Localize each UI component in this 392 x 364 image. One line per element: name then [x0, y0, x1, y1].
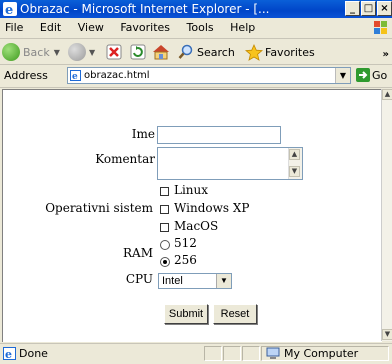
page-content: Ime Komentar ▲ ▼ Linux Operativni sistem… — [2, 89, 382, 342]
status-text: Done — [19, 347, 48, 360]
submit-button[interactable]: Submit — [164, 304, 208, 324]
stop-button[interactable] — [106, 42, 122, 62]
komentar-textarea[interactable]: ▲ ▼ — [157, 147, 303, 180]
window-title: Obrazac - Microsoft Internet Explorer - … — [20, 2, 270, 16]
scroll-up-icon[interactable]: ▲ — [289, 149, 300, 160]
cpu-select[interactable]: Intel ▼ — [158, 273, 232, 289]
cpu-label: CPU — [125, 272, 153, 286]
reset-button[interactable]: Reset — [213, 304, 257, 324]
ie-icon: e — [3, 2, 17, 16]
forward-dropdown-icon: ▼ — [89, 47, 96, 57]
page-scrollbar[interactable]: ▲ ▼ — [381, 89, 392, 341]
status-segment — [223, 346, 241, 361]
os-label: Operativni sistem — [45, 201, 153, 215]
cpu-select-value: Intel — [162, 275, 183, 287]
menu-edit[interactable]: Edit — [40, 21, 61, 34]
komentar-label: Komentar — [95, 152, 155, 166]
ime-input[interactable] — [157, 126, 281, 144]
address-label: Address — [4, 69, 48, 82]
refresh-icon — [130, 44, 146, 60]
stop-icon — [106, 44, 122, 60]
toolbar-overflow-icon[interactable]: » — [383, 42, 389, 67]
forward-icon — [68, 43, 86, 61]
page-icon: e — [3, 347, 16, 360]
favorites-star-icon — [245, 43, 263, 61]
svg-text:e: e — [72, 72, 78, 81]
page-scroll-down-icon[interactable]: ▼ — [382, 329, 392, 340]
refresh-button[interactable] — [130, 42, 146, 62]
page-scroll-up-icon[interactable]: ▲ — [382, 89, 392, 100]
standard-toolbar: Back ▼ ▼ Search Favorites » — [0, 39, 392, 65]
ime-label: Ime — [131, 127, 155, 141]
option-512-label: 512 — [174, 236, 197, 250]
menu-bar: File Edit View Favorites Tools Help — [0, 18, 392, 39]
menu-tools[interactable]: Tools — [187, 21, 214, 34]
checkbox-windows-xp[interactable] — [160, 205, 169, 214]
search-label: Search — [197, 45, 235, 59]
komentar-scrollbar[interactable]: ▲ ▼ — [288, 148, 302, 179]
minimize-button[interactable]: _ — [345, 1, 360, 16]
back-label: Back — [23, 45, 50, 59]
favorites-label: Favorites — [265, 45, 315, 59]
scroll-down-icon[interactable]: ▼ — [289, 166, 300, 177]
radio-512[interactable] — [160, 240, 170, 250]
address-input[interactable]: e obrazac.html ▼ — [67, 67, 351, 84]
go-arrow-icon — [356, 68, 370, 82]
checkbox-macos[interactable] — [160, 223, 169, 232]
menu-favorites[interactable]: Favorites — [120, 21, 170, 34]
status-zone: My Computer — [261, 346, 389, 361]
browser-window: e Obrazac - Microsoft Internet Explorer … — [0, 0, 392, 364]
option-macos-label: MacOS — [174, 219, 219, 233]
back-icon — [2, 43, 20, 61]
go-button[interactable]: Go — [356, 68, 387, 82]
ram-label: RAM — [123, 246, 153, 260]
forward-button[interactable]: ▼ — [68, 42, 95, 62]
svg-text:e: e — [5, 3, 13, 16]
address-value: obrazac.html — [84, 70, 150, 81]
status-segment — [242, 346, 260, 361]
option-linux-label: Linux — [174, 183, 209, 197]
back-dropdown-icon: ▼ — [53, 47, 60, 57]
page-icon: e — [70, 70, 81, 81]
svg-text:e: e — [5, 348, 12, 360]
menu-view[interactable]: View — [78, 21, 104, 34]
radio-256[interactable] — [160, 257, 170, 267]
address-dropdown-icon[interactable]: ▼ — [335, 68, 350, 83]
title-bar[interactable]: e Obrazac - Microsoft Internet Explorer … — [0, 0, 392, 18]
computer-icon — [266, 347, 280, 359]
menu-help[interactable]: Help — [230, 21, 255, 34]
checkbox-linux[interactable] — [160, 187, 169, 196]
status-zone-label: My Computer — [284, 347, 359, 360]
option-windows-xp-label: Windows XP — [174, 201, 250, 215]
menu-file[interactable]: File — [5, 21, 23, 34]
status-bar: e Done My Computer — [0, 343, 392, 364]
close-button[interactable]: × — [377, 1, 392, 16]
search-icon — [178, 44, 193, 59]
address-bar: Address e obrazac.html ▼ Go — [0, 65, 392, 88]
home-button[interactable] — [152, 42, 170, 62]
home-icon — [153, 45, 169, 60]
maximize-button[interactable]: □ — [361, 1, 376, 16]
option-256-label: 256 — [174, 253, 197, 267]
cpu-dropdown-icon[interactable]: ▼ — [216, 274, 231, 288]
search-button[interactable]: Search — [178, 42, 235, 62]
go-label: Go — [372, 68, 388, 82]
favorites-button[interactable]: Favorites — [245, 42, 315, 62]
status-segment — [204, 346, 222, 361]
back-button[interactable]: Back ▼ — [2, 42, 60, 62]
windows-flag-icon — [374, 21, 387, 34]
